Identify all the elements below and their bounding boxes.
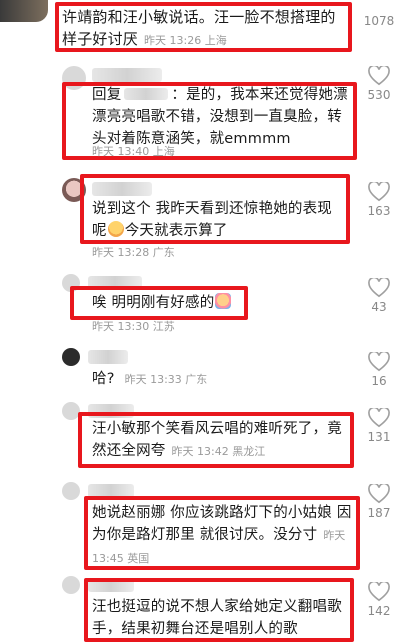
like-button[interactable]: 530 <box>361 66 397 102</box>
heart-outline-icon <box>368 352 390 372</box>
like-count: 16 <box>371 374 387 388</box>
comment-item: 汪也挺逗的说不想人家给她定义翻唱歌手，结果初舞台还是唱别人的歌 142 <box>0 572 411 642</box>
like-button[interactable]: 187 <box>361 484 397 520</box>
comment-item: 哈? 昨天 13:33 广东 16 <box>0 342 411 398</box>
like-button[interactable]: 142 <box>361 582 397 618</box>
comment-item: 许靖韵和汪小敏说话。汪一脸不想搭理的样子好讨厌 昨天 13:26 上海 1078 <box>0 0 411 60</box>
comment-meta: 昨天 13:30 江苏 <box>92 320 175 333</box>
comment-meta: 昨天 13:28 广东 <box>92 246 175 259</box>
heart-outline-icon <box>368 66 390 86</box>
comment-body: 哈? <box>92 371 115 387</box>
comment-body: 她说赵丽娜 你应该跳路灯下的小姑娘 因为你是路灯那里 就很讨厌。没分寸 <box>92 505 352 543</box>
like-count: 530 <box>367 88 391 102</box>
like-count: 131 <box>367 430 391 444</box>
like-count: 163 <box>367 204 391 218</box>
comment-item: 回复 ：是的，我本来还觉得她漂漂亮亮唱歌不错，没想到一直臭脸，转头对着陈意涵笑，就… <box>0 60 411 160</box>
comment-text: 许靖韵和汪小敏说话。汪一脸不想搭理的样子好讨厌 昨天 13:26 上海 <box>62 6 344 52</box>
like-button[interactable]: 1078 <box>361 0 397 28</box>
heart-outline-icon <box>368 182 390 202</box>
heart-outline-icon <box>368 408 390 428</box>
comment-meta: 昨天 13:42 黑龙江 <box>171 445 266 458</box>
comment-item: 她说赵丽娜 你应该跳路灯下的小姑娘 因为你是路灯那里 就很讨厌。没分寸 昨天 13… <box>0 478 411 570</box>
username-blurred <box>92 68 162 82</box>
comment-item: 汪小敏那个笑看风云唱的难听死了，竟然还全网夸 昨天 13:42 黑龙江 131 <box>0 398 411 474</box>
heart-outline-icon <box>368 582 390 602</box>
comment-text: 说到这个 我昨天看到还惊艳她的表现呢 今天就表示算了 <box>92 198 342 242</box>
like-count: 142 <box>367 604 391 618</box>
comment-text: 回复 ：是的，我本来还觉得她漂漂亮亮唱歌不错，没想到一直臭脸，转头对着陈意涵笑，就… <box>92 84 350 159</box>
comment-text: 她说赵丽娜 你应该跳路灯下的小姑娘 因为你是路灯那里 就很讨厌。没分寸 昨天 13… <box>92 502 354 570</box>
like-button[interactable]: 16 <box>361 352 397 388</box>
user-avatar[interactable] <box>62 576 80 594</box>
username-blurred <box>88 350 128 364</box>
like-count: 1078 <box>363 14 395 28</box>
like-count: 43 <box>371 300 387 314</box>
comment-text: 汪小敏那个笑看风云唱的难听死了，竟然还全网夸 昨天 13:42 黑龙江 <box>92 418 348 463</box>
user-avatar[interactable] <box>62 348 80 366</box>
like-button[interactable]: 131 <box>361 408 397 444</box>
comment-body: 汪也挺逗的说不想人家给她定义翻唱歌手，结果初舞台还是唱别人的歌 <box>92 599 342 637</box>
comment-body-tail: 今天就表示算了 <box>124 223 228 239</box>
like-count: 187 <box>367 506 391 520</box>
embarrassed-face-emoji <box>215 293 232 309</box>
reply-username-blurred <box>124 88 169 100</box>
comment-text: 汪也挺逗的说不想人家给她定义翻唱歌手，结果初舞台还是唱别人的歌 <box>92 596 352 640</box>
reply-prefix[interactable]: 回复 <box>92 87 121 103</box>
comment-body: 唉 明明刚有好感的 <box>92 295 215 311</box>
user-avatar[interactable] <box>62 482 80 500</box>
comment-meta: 昨天 13:40 上海 <box>92 145 175 158</box>
heart-outline-icon <box>368 484 390 504</box>
like-button[interactable]: 43 <box>361 278 397 314</box>
like-button[interactable]: 163 <box>361 182 397 218</box>
comment-item: 说到这个 我昨天看到还惊艳她的表现呢 今天就表示算了 昨天 13:28 广东 16… <box>0 170 411 260</box>
comment-text: 哈? 昨天 13:33 广东 <box>92 368 342 391</box>
comment-text: 唉 明明刚有好感的 <box>92 292 242 314</box>
comment-meta: 昨天 13:26 上海 <box>144 34 227 47</box>
comment-meta: 昨天 13:33 广东 <box>124 373 208 386</box>
heart-outline-icon <box>368 278 390 298</box>
comment-item: 唉 明明刚有好感的 昨天 13:30 江苏 43 <box>0 268 411 338</box>
crying-face-emoji <box>107 221 124 237</box>
